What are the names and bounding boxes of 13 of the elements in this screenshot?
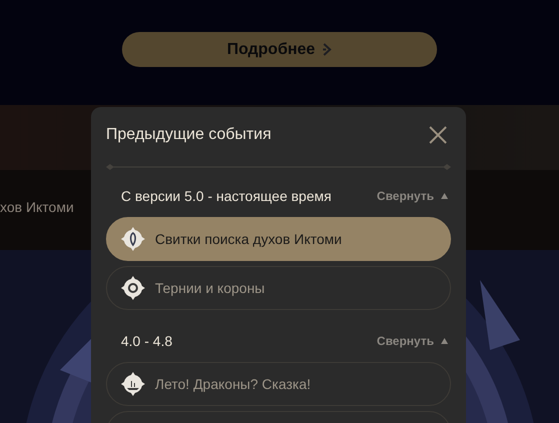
event-item[interactable]: Лето! Драконы? Сказка! <box>106 362 451 406</box>
collapse-toggle[interactable]: Свернуть <box>376 189 448 203</box>
dialog-title: Предыдущие события <box>106 126 272 144</box>
caret-icon <box>441 193 448 199</box>
banner-caption: хов Иктоми <box>0 199 74 215</box>
close-button[interactable] <box>428 125 448 145</box>
group-label: С версии 5.0 - настоящее время <box>121 188 332 204</box>
caret-icon <box>441 338 448 344</box>
group-label: 4.0 - 4.8 <box>121 333 172 349</box>
event-item[interactable]: Тернии и короны <box>106 266 451 310</box>
chevron-right-icon <box>323 43 332 56</box>
collapse-toggle[interactable]: Свернуть <box>376 334 448 348</box>
event-item[interactable]: Свитки поиска духов Иктоми <box>106 217 451 261</box>
